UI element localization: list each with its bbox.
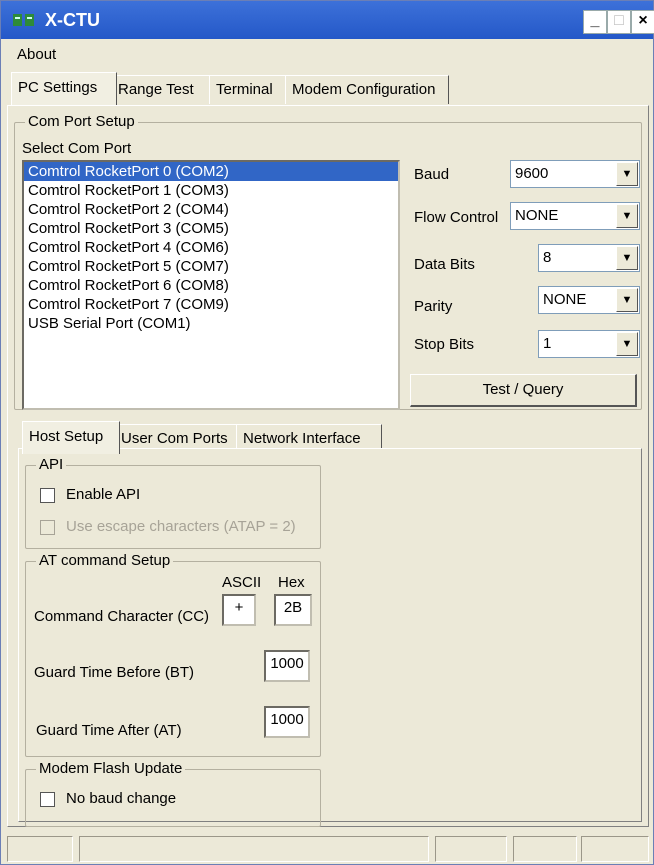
guard-time-before-input[interactable]: 1000: [264, 650, 310, 682]
main-tab-strip: PC Settings Range Test Terminal Modem Co…: [11, 72, 651, 105]
list-item[interactable]: Comtrol RocketPort 0 (COM2): [24, 162, 398, 181]
data-bits-value: 8: [543, 249, 552, 266]
flow-control-value: NONE: [515, 207, 559, 224]
chevron-down-icon[interactable]: ▼: [616, 332, 638, 356]
list-item[interactable]: Comtrol RocketPort 7 (COM9): [24, 295, 398, 314]
command-character-label: Command Character (CC): [34, 608, 210, 625]
list-item[interactable]: Comtrol RocketPort 6 (COM8): [24, 276, 398, 295]
com-port-list[interactable]: Comtrol RocketPort 0 (COM2) Comtrol Rock…: [22, 160, 400, 410]
list-item[interactable]: Comtrol RocketPort 5 (COM7): [24, 257, 398, 276]
cc-ascii-input[interactable]: +: [222, 594, 256, 626]
flow-control-label: Flow Control: [414, 209, 499, 226]
chevron-down-icon[interactable]: ▼: [616, 288, 638, 312]
window-title: X-CTU: [45, 10, 100, 30]
tab-terminal[interactable]: Terminal: [209, 75, 291, 104]
baud-value: 9600: [515, 165, 549, 182]
status-pane: [581, 836, 649, 862]
test-query-button[interactable]: Test / Query: [410, 374, 637, 407]
guard-time-after-label: Guard Time After (AT): [36, 722, 182, 739]
list-item[interactable]: Comtrol RocketPort 2 (COM4): [24, 200, 398, 219]
maximize-button[interactable]: □: [607, 10, 631, 34]
pc-settings-panel: Com Port Setup Select Com Port Comtrol R…: [7, 105, 649, 827]
parity-value: NONE: [543, 291, 587, 308]
xctu-app-icon: [13, 14, 34, 26]
enable-api-checkbox[interactable]: [40, 488, 55, 503]
menu-bar: About: [1, 41, 653, 67]
menu-about[interactable]: About: [17, 46, 56, 63]
tab-range-test[interactable]: Range Test: [111, 75, 217, 104]
chevron-down-icon[interactable]: ▼: [616, 162, 638, 186]
cc-hex-input[interactable]: 2B: [274, 594, 312, 626]
hex-header: Hex: [278, 574, 305, 591]
tab-modem-configuration[interactable]: Modem Configuration: [285, 75, 449, 104]
parity-label: Parity: [414, 298, 453, 315]
parity-select[interactable]: NONE ▼: [538, 286, 640, 314]
api-group: API Enable API Use escape characters (AT…: [25, 456, 321, 549]
stop-bits-value: 1: [543, 335, 552, 352]
baud-select[interactable]: 9600 ▼: [510, 160, 640, 188]
list-item[interactable]: USB Serial Port (COM1): [24, 314, 398, 333]
data-bits-label: Data Bits: [414, 256, 475, 273]
list-item[interactable]: Comtrol RocketPort 1 (COM3): [24, 181, 398, 200]
host-setup-panel: API Enable API Use escape characters (AT…: [18, 448, 642, 827]
chevron-down-icon[interactable]: ▼: [616, 204, 638, 228]
modem-flash-update-group: Modem Flash Update No baud change: [25, 760, 321, 827]
api-legend: API: [36, 456, 67, 473]
enable-api-label: Enable API: [66, 486, 141, 503]
at-command-setup-group: AT command Setup ASCII Hex Command Chara…: [25, 552, 321, 757]
guard-time-before-label: Guard Time Before (BT): [34, 664, 195, 681]
use-escape-checkbox: [40, 520, 55, 535]
no-baud-change-label: No baud change: [66, 790, 177, 807]
close-button[interactable]: ×: [631, 10, 654, 34]
guard-time-after-input[interactable]: 1000: [264, 706, 310, 738]
list-item[interactable]: Comtrol RocketPort 3 (COM5): [24, 219, 398, 238]
list-item[interactable]: Comtrol RocketPort 4 (COM6): [24, 238, 398, 257]
at-command-setup-legend: AT command Setup: [36, 552, 174, 569]
minimize-button[interactable]: _: [583, 10, 607, 34]
select-com-port-label: Select Com Port: [22, 140, 132, 157]
no-baud-change-checkbox[interactable]: [40, 792, 55, 807]
ascii-header: ASCII: [222, 574, 262, 591]
com-port-setup-legend: Com Port Setup: [25, 113, 138, 130]
tab-pc-settings[interactable]: PC Settings: [11, 72, 117, 105]
status-bar: [1, 831, 653, 864]
tab-host-setup[interactable]: Host Setup: [22, 421, 120, 454]
title-bar[interactable]: X-CTU _ □ ×: [1, 1, 654, 39]
stop-bits-select[interactable]: 1 ▼: [538, 330, 640, 358]
app-window: X-CTU _ □ × About PC Settings Range Test…: [0, 0, 654, 865]
baud-label: Baud: [414, 166, 450, 183]
modem-flash-update-legend: Modem Flash Update: [36, 760, 186, 777]
use-escape-label: Use escape characters (ATAP = 2): [66, 518, 296, 535]
status-pane: [435, 836, 507, 862]
status-pane: [7, 836, 73, 862]
status-pane: [513, 836, 577, 862]
chevron-down-icon[interactable]: ▼: [616, 246, 638, 270]
stop-bits-label: Stop Bits: [414, 336, 475, 353]
data-bits-select[interactable]: 8 ▼: [538, 244, 640, 272]
flow-control-select[interactable]: NONE ▼: [510, 202, 640, 230]
status-pane: [79, 836, 429, 862]
